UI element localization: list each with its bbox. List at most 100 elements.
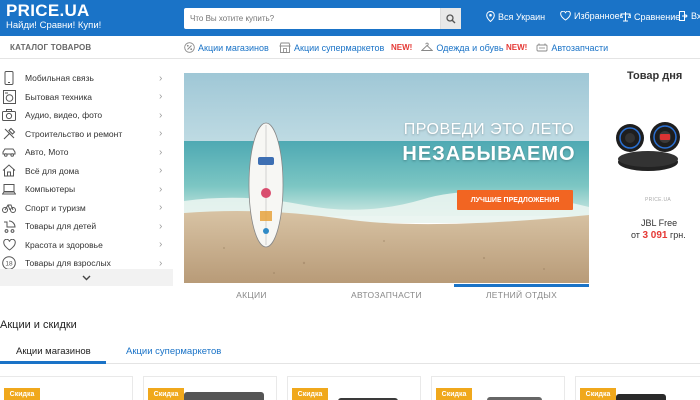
sidebar-item-construction[interactable]: Строительство и ремонт ›	[0, 125, 173, 144]
catalog-title[interactable]: КАТАЛОГ ТОВАРОВ	[10, 43, 91, 52]
sidebar-item-label: Товары для взрослых	[25, 258, 111, 269]
banner-tabs: АКЦИИ АВТОЗАПЧАСТИ ЛЕТНИЙ ОТДЫХ	[184, 284, 589, 304]
new-badge: NEW!	[391, 43, 413, 52]
new-badge: NEW!	[506, 43, 528, 52]
location-pin-icon	[486, 11, 495, 22]
banner-tab-autoparts[interactable]: АВТОЗАПЧАСТИ	[319, 284, 454, 304]
site-logo[interactable]: PRICE.UA Найди! Сравни! Купи!	[6, 2, 102, 32]
sidebar-item-appliances[interactable]: Бытовая техника ›	[0, 88, 173, 107]
tools-icon	[2, 127, 16, 141]
search-button[interactable]	[440, 8, 461, 29]
deals-section-title: Акции и скидки	[0, 319, 77, 331]
compare-link[interactable]: Сравнение	[620, 11, 680, 22]
laptop-icon	[2, 182, 16, 196]
camera-icon	[2, 108, 16, 122]
search-input[interactable]	[184, 8, 439, 29]
login-icon	[679, 11, 688, 21]
hanger-icon	[421, 42, 434, 51]
washer-icon	[2, 89, 16, 104]
deal-card[interactable]: Скидка	[287, 376, 421, 400]
sale-badge: Скидка	[4, 388, 40, 400]
phone-icon	[2, 71, 16, 86]
category-sidebar: Мобильная связь › Бытовая техника › Ауди…	[0, 69, 173, 286]
region-label: Вся Украин	[498, 11, 546, 22]
best-offers-button[interactable]: ЛУЧШИЕ ПРЕДЛОЖЕНИЯ	[457, 190, 573, 210]
deal-card[interactable]: Скидка	[143, 376, 277, 400]
autoparts-label: Автозапчасти	[551, 42, 609, 53]
car-icon	[2, 145, 16, 159]
sidebar-item-label: Красота и здоровье	[25, 239, 103, 250]
sidebar-item-label: Строительство и ремонт	[25, 128, 123, 139]
search-icon	[446, 13, 456, 23]
price-currency: грн.	[670, 230, 686, 240]
chevron-right-icon: ›	[159, 257, 163, 269]
product-thumbnail	[616, 394, 666, 400]
price-prefix: от	[631, 230, 640, 240]
promo-banner[interactable]: ПРОВЕДИ ЭТО ЛЕТО НЕЗАБЫВАЕМО ЛУЧШИЕ ПРЕД…	[184, 73, 589, 283]
tab-supermarket-deals[interactable]: Акции супермаркетов	[126, 346, 221, 357]
region-selector[interactable]: Вся Украин	[486, 11, 545, 22]
deal-card[interactable]: Скидка	[575, 376, 700, 400]
home-icon	[2, 164, 16, 178]
banner-tab-summer[interactable]: ЛЕТНИЙ ОТДЫХ	[454, 284, 589, 304]
search-box	[184, 8, 461, 29]
chevron-right-icon: ›	[159, 165, 163, 177]
sidebar-item-sport[interactable]: Спорт и туризм ›	[0, 199, 173, 218]
login-label: Вхо	[691, 11, 700, 21]
sidebar-item-auto[interactable]: Авто, Мото ›	[0, 143, 173, 162]
sale-badge: Скидка	[148, 388, 184, 400]
logo-subtitle: Найди! Сравни! Купи!	[6, 20, 102, 31]
autoparts-link[interactable]: NEW! Автозапчасти	[506, 42, 608, 53]
watermark-label: PRICE.UA	[645, 197, 672, 203]
chevron-right-icon: ›	[159, 202, 163, 214]
chevron-right-icon: ›	[159, 91, 163, 103]
chevron-right-icon: ›	[159, 128, 163, 140]
chevron-right-icon: ›	[159, 183, 163, 195]
heart-icon	[560, 11, 571, 21]
sidebar-expand-button[interactable]	[0, 269, 173, 286]
product-thumbnail	[184, 392, 264, 400]
deal-card[interactable]: Скидка	[0, 376, 133, 400]
sidebar-item-beauty[interactable]: Красота и здоровье ›	[0, 236, 173, 255]
car-part-icon	[536, 43, 548, 52]
chevron-right-icon: ›	[159, 146, 163, 158]
active-tab-indicator	[0, 361, 106, 364]
chevron-right-icon: ›	[159, 220, 163, 232]
store-deals-label: Акции магазинов	[198, 42, 269, 53]
supermarket-deals-label: Акции супермаркетов	[294, 42, 385, 53]
sidebar-item-label: Спорт и туризм	[25, 202, 86, 213]
chevron-right-icon: ›	[159, 239, 163, 251]
clothing-link[interactable]: NEW! Одежда и обувь	[391, 42, 504, 53]
sidebar-item-label: Аудио, видео, фото	[25, 110, 103, 121]
store-deals-link[interactable]: Акции магазинов	[184, 42, 269, 53]
product-of-day-title: Товар дня	[627, 70, 683, 82]
product-name-link[interactable]: JBL Free	[641, 218, 677, 228]
chevron-down-icon	[82, 275, 91, 280]
product-earbuds-image[interactable]	[603, 110, 693, 190]
sidebar-item-kids[interactable]: Товары для детей ›	[0, 217, 173, 236]
scales-icon	[620, 12, 631, 22]
sidebar-item-label: Авто, Мото	[25, 147, 69, 158]
price-value: 3 091	[642, 230, 668, 241]
store-icon	[279, 42, 291, 53]
sidebar-item-audio-video[interactable]: Аудио, видео, фото ›	[0, 106, 173, 125]
clothing-label: Одежда и обувь	[436, 42, 504, 53]
banner-headline: ПРОВЕДИ ЭТО ЛЕТО	[403, 121, 575, 138]
chevron-right-icon: ›	[159, 72, 163, 84]
heart-icon	[2, 238, 16, 252]
deal-card[interactable]: Скидка	[431, 376, 565, 400]
deals-tabs: Акции магазинов Акции супермаркетов	[0, 343, 700, 364]
sidebar-item-label: Бытовая техника	[25, 91, 92, 102]
supermarket-deals-link[interactable]: Акции супермаркетов	[279, 42, 384, 53]
favorites-link[interactable]: Избранное	[560, 11, 620, 21]
sidebar-item-computers[interactable]: Компьютеры ›	[0, 180, 173, 199]
sidebar-item-home[interactable]: Всё для дома ›	[0, 162, 173, 181]
sub-navigation: КАТАЛОГ ТОВАРОВ Акции магазинов Акции су…	[0, 36, 700, 59]
sidebar-item-mobile[interactable]: Мобильная связь ›	[0, 69, 173, 88]
svg-text:18: 18	[5, 261, 13, 268]
sidebar-item-label: Мобильная связь	[25, 73, 94, 84]
tab-store-deals[interactable]: Акции магазинов	[16, 346, 91, 357]
login-link[interactable]: Вхо	[679, 11, 700, 21]
banner-tab-deals[interactable]: АКЦИИ	[184, 284, 319, 304]
stroller-icon	[2, 219, 16, 233]
